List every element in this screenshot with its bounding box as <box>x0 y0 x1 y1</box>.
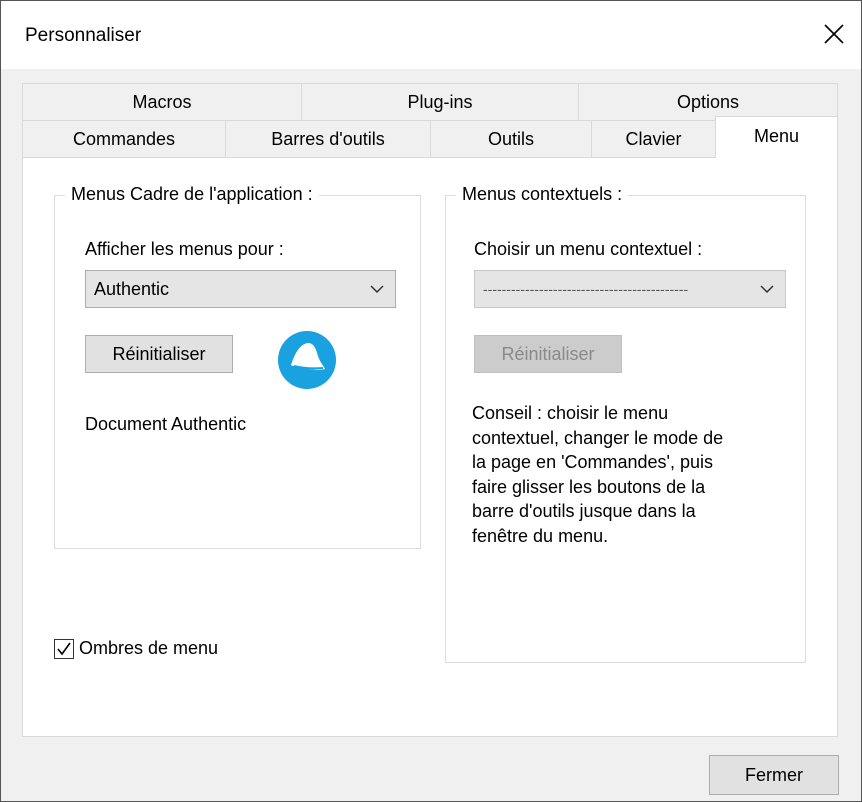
close-icon[interactable] <box>819 19 849 49</box>
button-label: Réinitialiser <box>501 343 595 364</box>
tab-outils[interactable]: Outils <box>430 120 592 158</box>
tab-plugins[interactable]: Plug-ins <box>301 83 579 121</box>
menu-shadows-checkbox[interactable] <box>54 639 74 659</box>
tab-label: Menu <box>753 126 800 146</box>
checkmark-icon <box>57 642 71 656</box>
app-menu-select[interactable]: Authentic <box>85 270 396 308</box>
group-legend: Menus contextuels : <box>456 184 629 205</box>
tab-macros[interactable]: Macros <box>22 83 302 121</box>
tab-label: Macros <box>132 91 192 112</box>
context-menu-select[interactable]: ----------------------------------------… <box>474 270 786 308</box>
tab-label: Clavier <box>625 128 682 149</box>
tab-barres-outils[interactable]: Barres d'outils <box>225 120 431 158</box>
tab-menu[interactable]: Menu <box>715 116 838 158</box>
tab-label: Outils <box>487 128 534 149</box>
tab-label: Barres d'outils <box>271 128 385 149</box>
reset-context-menu-button[interactable]: Réinitialiser <box>474 335 622 373</box>
tab-label: Plug-ins <box>407 91 473 112</box>
tip-text: Conseil : choisir le menu contextuel, ch… <box>472 403 724 546</box>
reset-app-menu-button[interactable]: Réinitialiser <box>85 335 233 373</box>
customize-dialog: Personnaliser Macros Plug-ins Options Co… <box>0 0 862 802</box>
tab-label: Options <box>676 91 740 112</box>
tab-commandes[interactable]: Commandes <box>22 120 226 158</box>
group-legend: Menus Cadre de l'application : <box>65 184 319 205</box>
menu-shadows-label[interactable]: Ombres de menu <box>79 638 218 659</box>
document-authentic-label: Document Authentic <box>85 414 247 434</box>
choose-context-menu-label: Choisir un menu contextuel : <box>474 239 703 259</box>
chevron-down-icon <box>370 285 384 294</box>
title-bar: Personnaliser <box>1 1 861 69</box>
close-button[interactable]: Fermer <box>709 755 839 795</box>
select-value: Authentic <box>94 278 170 299</box>
select-value: ----------------------------------------… <box>483 281 689 297</box>
chevron-down-icon <box>760 285 774 294</box>
dialog-title: Personnaliser <box>25 25 142 46</box>
button-label: Réinitialiser <box>112 343 206 364</box>
tab-clavier[interactable]: Clavier <box>591 120 716 158</box>
authentic-logo-icon <box>278 331 336 389</box>
tab-label: Commandes <box>72 128 176 149</box>
show-menus-for-label: Afficher les menus pour : <box>85 239 284 259</box>
button-label: Fermer <box>745 764 803 785</box>
